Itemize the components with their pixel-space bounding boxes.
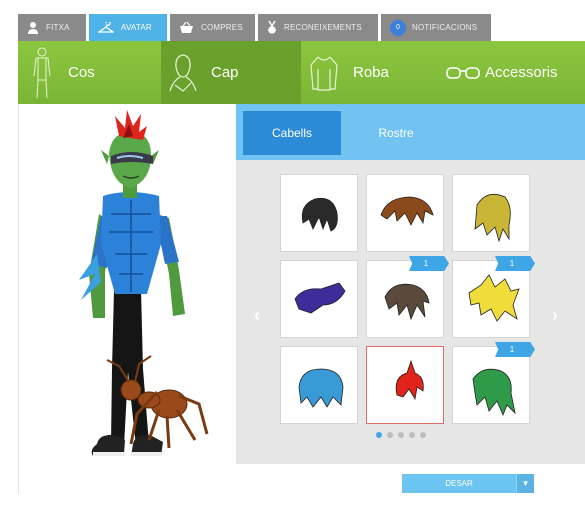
- person-icon: [27, 21, 39, 35]
- pagination-dot[interactable]: [409, 432, 415, 438]
- price-tag: 1: [495, 342, 535, 357]
- hair-black-spiky-icon: [301, 197, 338, 232]
- pagination-dot[interactable]: [387, 432, 393, 438]
- item-tile-hair-blue-curly[interactable]: [280, 346, 358, 424]
- item-tile-hair-red-mohawk[interactable]: [366, 346, 444, 424]
- category-cos-label: Cos: [68, 64, 95, 81]
- glasses-icon: [445, 65, 481, 81]
- head-icon: [169, 53, 197, 93]
- medal-icon: [267, 20, 277, 35]
- shirt-icon: [309, 55, 339, 91]
- tab-fitxa[interactable]: FITXA: [18, 14, 86, 41]
- category-cap-label: Cap: [211, 64, 239, 81]
- avatar-panel: [18, 104, 236, 494]
- price-tag: 1: [409, 256, 449, 271]
- pagination-dot[interactable]: [420, 432, 426, 438]
- tab-reconeixements[interactable]: RECONEIXEMENTS: [258, 14, 378, 41]
- item-grid: ‹ › 1 1 1: [236, 160, 585, 464]
- hair-yellow-spiky-icon: [468, 274, 520, 322]
- save-button[interactable]: DESAR: [402, 474, 516, 493]
- category-bar: Cos Cap Roba Accessoris: [18, 41, 585, 104]
- hair-blue-curly-icon: [298, 368, 344, 408]
- subtab-cabells[interactable]: Cabells: [243, 111, 341, 155]
- hair-purple-wave-icon: [294, 282, 346, 314]
- avatar-figure: [79, 110, 209, 456]
- item-tile-hair-brown-swept[interactable]: [366, 174, 444, 252]
- hanger-icon: [98, 21, 114, 34]
- item-tile-hair-brown-messy[interactable]: 1: [366, 256, 449, 338]
- save-dropdown-chevron-icon[interactable]: ▾: [516, 474, 534, 493]
- subtab-cabells-label: Cabells: [271, 126, 313, 140]
- hair-green-long-icon: [472, 368, 516, 417]
- tab-avatar[interactable]: AVATAR: [89, 14, 167, 41]
- category-roba[interactable]: Roba: [301, 41, 435, 104]
- pagination-dot[interactable]: [376, 432, 382, 438]
- tab-avatar-label: AVATAR: [121, 23, 152, 32]
- body-icon: [30, 46, 54, 100]
- item-tile-hair-black-spiky[interactable]: [280, 174, 358, 252]
- prev-page-arrow-icon[interactable]: ‹: [254, 305, 260, 326]
- category-roba-label: Roba: [353, 64, 389, 81]
- hair-brown-messy-icon: [384, 283, 430, 321]
- tab-compres[interactable]: COMPRES: [170, 14, 255, 41]
- hair-red-mohawk-icon: [395, 359, 424, 401]
- price-tag: 1: [495, 256, 535, 271]
- item-tile-hair-blonde-long[interactable]: [452, 174, 530, 252]
- category-accessoris[interactable]: Accessoris: [435, 41, 585, 104]
- basket-icon: [179, 21, 194, 34]
- item-tile-hair-green-long[interactable]: 1: [452, 342, 535, 424]
- subcategory-bar: Cabells Rostre: [236, 104, 585, 160]
- top-tab-bar: FITXA AVATAR COMPRES RECONEIXEMENTS 0 NO…: [18, 14, 491, 41]
- hair-brown-swept-icon: [380, 196, 434, 226]
- next-page-arrow-icon[interactable]: ›: [552, 305, 558, 326]
- pagination-dots: [376, 432, 426, 438]
- tab-fitxa-label: FITXA: [46, 23, 70, 32]
- pagination-dot[interactable]: [398, 432, 404, 438]
- tab-notificacions[interactable]: 0 NOTIFICACIONS: [381, 14, 491, 41]
- item-tile-hair-yellow-spiky[interactable]: 1: [452, 256, 535, 338]
- subtab-rostre-label: Rostre: [378, 126, 414, 140]
- hair-blonde-long-icon: [474, 193, 511, 243]
- category-cap[interactable]: Cap: [161, 41, 301, 104]
- category-accessoris-label: Accessoris: [485, 64, 558, 81]
- item-tile-hair-purple-wave[interactable]: [280, 260, 358, 338]
- tab-notificacions-label: NOTIFICACIONS: [412, 23, 478, 32]
- subtab-rostre[interactable]: Rostre: [356, 111, 436, 155]
- tab-compres-label: COMPRES: [201, 23, 243, 32]
- notification-badge: 0: [390, 19, 406, 36]
- category-cos[interactable]: Cos: [18, 41, 161, 104]
- tab-reconeixements-label: RECONEIXEMENTS: [284, 23, 362, 32]
